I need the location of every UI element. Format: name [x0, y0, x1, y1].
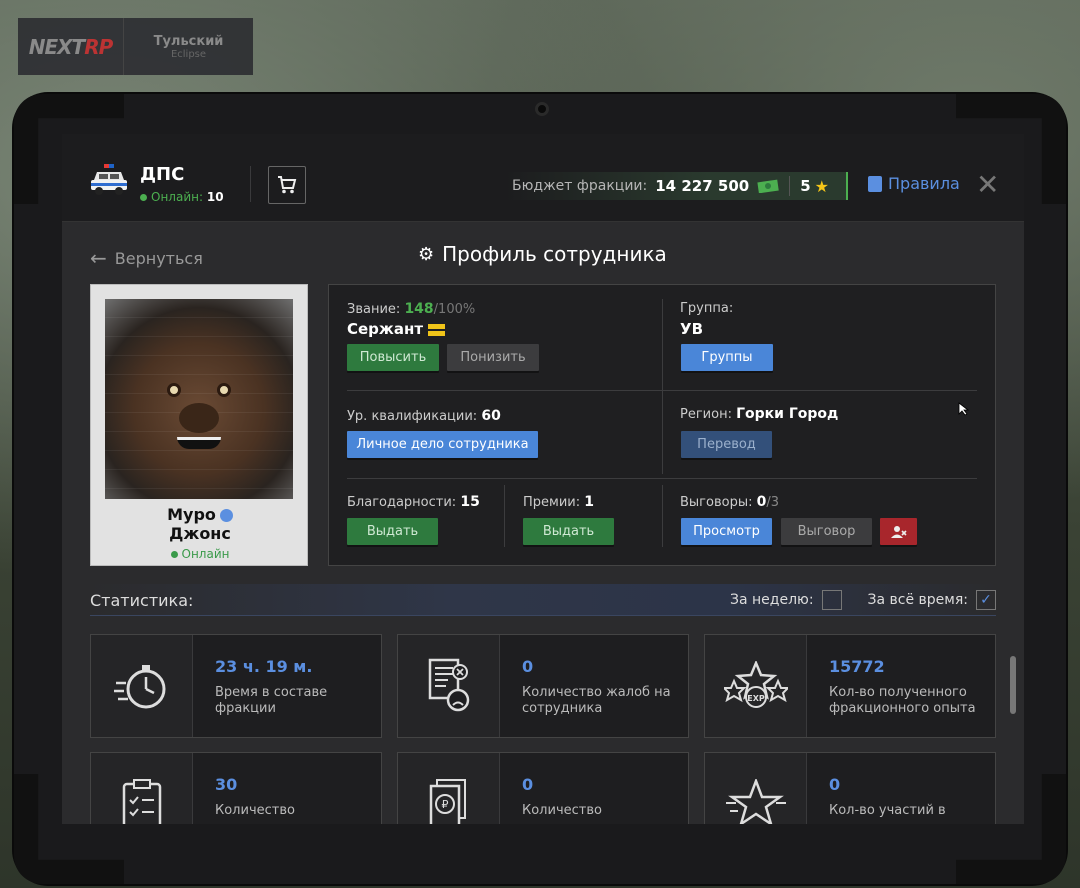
divider: [250, 166, 251, 202]
remove-user-icon: [890, 525, 907, 538]
week-label: За неделю:: [730, 592, 814, 608]
faction-name: ДПС: [140, 164, 185, 185]
budget-value: 14 227 500: [655, 177, 750, 195]
bonus-label: Премии: 1: [523, 494, 595, 510]
all-time-label: За всё время:: [867, 592, 968, 608]
faction-online: Онлайн: 10: [140, 190, 224, 204]
group-value: УВ: [680, 320, 703, 338]
stopwatch-icon: [91, 635, 193, 737]
arrow-left-icon: ←: [90, 246, 107, 270]
rules-link[interactable]: Правила: [868, 174, 960, 193]
exp-icon: EXP: [705, 635, 807, 737]
employee-status: Онлайн: [91, 547, 309, 561]
rank-label: Звание: 148/100%: [347, 301, 476, 317]
gear-icon: ⚙: [418, 243, 435, 265]
group-label: Группа:: [680, 301, 734, 316]
svg-text:₽: ₽: [441, 798, 448, 811]
reprimand-button[interactable]: Выговор: [781, 518, 872, 545]
give-bonus-button[interactable]: Выдать: [523, 518, 614, 545]
clipboard-icon: [91, 753, 193, 824]
employee-profile: ← Вернуться ⚙ Профиль сотрудника Муро Джон…: [62, 222, 1024, 824]
scrollbar[interactable]: [1010, 656, 1016, 714]
cart-icon: [278, 176, 297, 194]
camera-icon: [535, 102, 549, 116]
complaint-icon: [398, 635, 500, 737]
server-name: Тульский: [153, 33, 224, 49]
shop-cart-button[interactable]: [268, 166, 306, 204]
reprimands-label: Выговоры: 0/3: [680, 494, 780, 510]
stat-card-participation: 0 Кол-во участий в: [704, 752, 996, 824]
qualification-label: Ур. квалификации: 60: [347, 408, 501, 424]
stat-card-exp: EXP 15772 Кол-во полученного фракционног…: [704, 634, 996, 738]
groups-button[interactable]: Группы: [681, 344, 773, 371]
star-icon: ★: [814, 176, 829, 196]
tablet-screen: ДПС Онлайн: 10 Бюджет фракции: 14 227 50…: [62, 134, 1024, 824]
stat-card-count: 30 Количество: [90, 752, 382, 824]
faction-budget: Бюджет фракции: 14 227 500 5 ★: [504, 172, 848, 200]
ruble-doc-icon: ₽: [398, 753, 500, 824]
transfer-button[interactable]: Перевод: [681, 431, 772, 458]
online-dot-icon: [140, 194, 147, 201]
star-icon: [705, 753, 807, 824]
stats-title: Статистика:: [90, 591, 194, 610]
personal-file-button[interactable]: Личное дело сотрудника: [347, 431, 538, 458]
header-bar: ДПС Онлайн: 10 Бюджет фракции: 14 227 50…: [62, 134, 1024, 222]
week-checkbox[interactable]: [821, 590, 842, 610]
rank-insignia-icon: [428, 323, 446, 336]
employee-card: Муро Джонс Онлайн: [90, 284, 308, 566]
page-title: ⚙ Профиль сотрудника: [418, 242, 667, 266]
close-button[interactable]: ✕: [976, 171, 999, 199]
employee-photo: [105, 299, 293, 499]
stat-card-bonuses: ₽ 0 Количество: [397, 752, 689, 824]
promote-button[interactable]: Повысить: [347, 344, 439, 371]
rules-icon: [868, 175, 882, 192]
view-reprimands-button[interactable]: Просмотр: [681, 518, 772, 545]
fire-employee-button[interactable]: [880, 518, 917, 545]
server-subname: Eclipse: [170, 48, 207, 60]
user-icon: [219, 509, 233, 522]
employee-info-panel: Звание: 148/100% Сержант Повысить Понизи…: [328, 284, 996, 566]
mouse-cursor-icon: [958, 402, 970, 416]
money-icon: [757, 179, 779, 193]
stats-header: Статистика: За неделю: За всё время: ✓: [90, 584, 996, 616]
server-logo: NEXT RP Тульский Eclipse: [18, 18, 253, 75]
brand-logo: NEXT RP: [18, 18, 124, 75]
all-time-checkbox[interactable]: ✓: [976, 590, 996, 610]
rank-name: Сержант: [347, 320, 446, 338]
svg-text:EXP: EXP: [747, 694, 765, 703]
employee-name: Муро Джонс: [91, 505, 309, 543]
region-label: Регион: Горки Город: [680, 406, 839, 422]
give-thanks-button[interactable]: Выдать: [347, 518, 438, 545]
faction-rating: 5: [800, 177, 811, 195]
stat-card-complaints: 0 Количество жалоб на сотрудника: [397, 634, 689, 738]
police-car-icon: [91, 164, 127, 195]
thanks-label: Благодарности: 15: [347, 494, 480, 510]
back-button[interactable]: ← Вернуться: [90, 246, 203, 270]
stat-card-time: 23 ч. 19 м. Время в составе фракции: [90, 634, 382, 738]
online-dot-icon: [170, 551, 178, 558]
demote-button[interactable]: Понизить: [447, 344, 539, 371]
